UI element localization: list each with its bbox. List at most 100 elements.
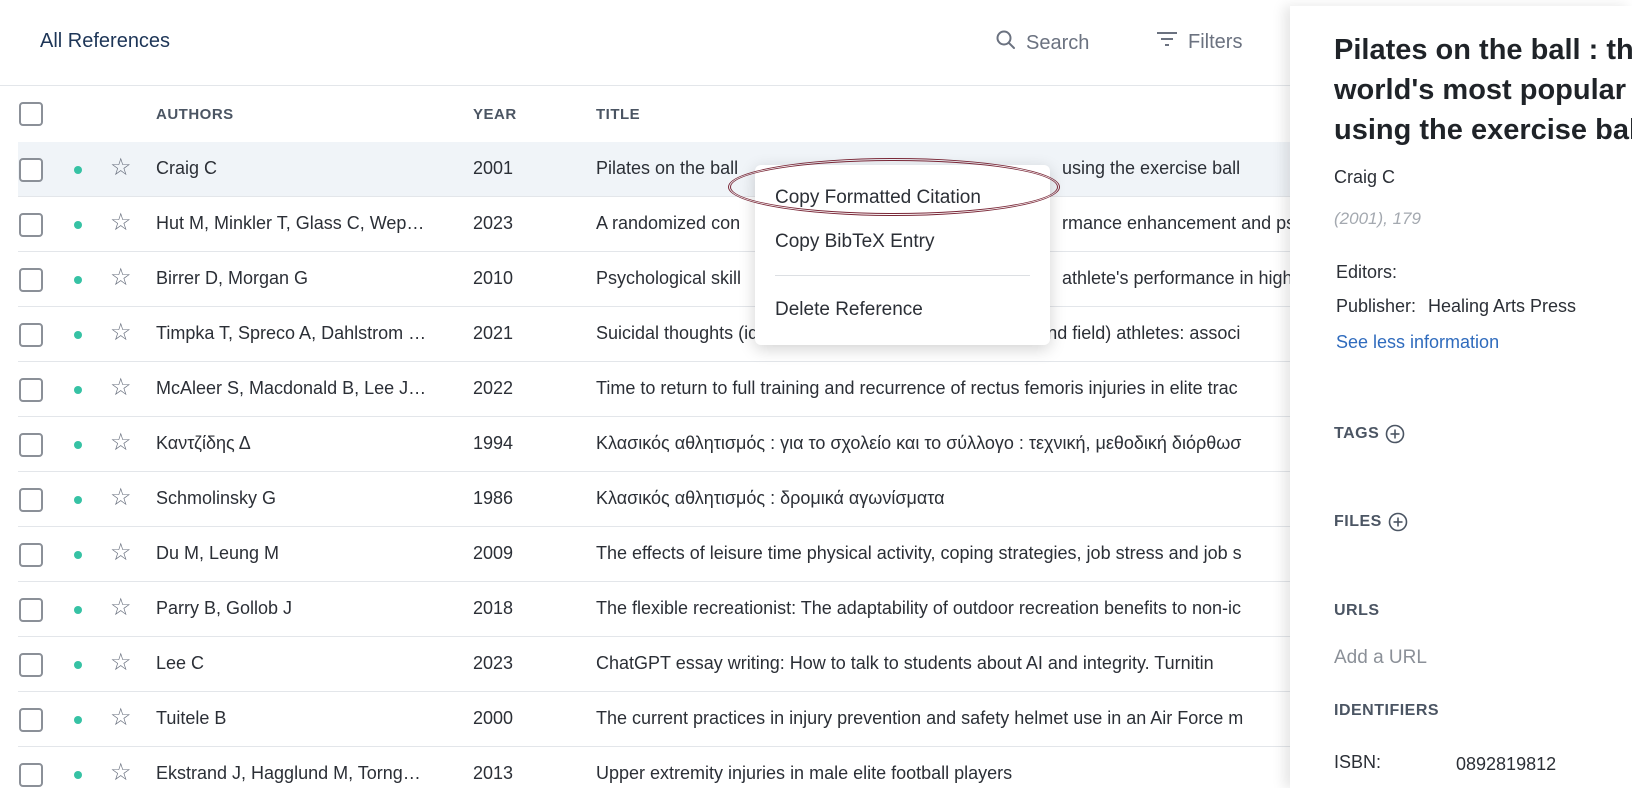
row-authors: Tuitele B <box>156 708 227 728</box>
detail-year-pages: (2001), 179 <box>1334 209 1421 228</box>
table-row[interactable]: ☆ Tuitele B 2000 The current practices i… <box>18 692 1290 747</box>
table-header: AUTHORS YEAR TITLE <box>0 86 1290 142</box>
row-checkbox[interactable] <box>19 598 43 622</box>
status-dot-icon <box>74 661 82 669</box>
select-all-checkbox[interactable] <box>19 102 43 126</box>
menu-item-delete-reference[interactable]: Delete Reference <box>775 299 923 321</box>
table-row[interactable]: ☆ Καντζίδης Δ 1994 Κλασικός αθλητισμός :… <box>18 417 1290 472</box>
row-checkbox[interactable] <box>19 708 43 732</box>
row-title: The effects of leisure time physical act… <box>596 543 1242 563</box>
row-authors: McAleer S, Macdonald B, Lee J… <box>156 378 427 398</box>
status-dot-icon <box>74 441 82 449</box>
files-section-header: FILES <box>1334 512 1408 532</box>
table-row[interactable]: ☆ Du M, Leung M 2009 The effects of leis… <box>18 527 1290 582</box>
star-icon[interactable]: ☆ <box>110 209 132 237</box>
row-year: 2013 <box>473 763 514 783</box>
row-checkbox[interactable] <box>19 213 43 237</box>
status-dot-icon <box>74 606 82 614</box>
add-tag-icon[interactable] <box>1385 424 1405 444</box>
table-row[interactable]: ☆ Parry B, Gollob J 2018 The flexible re… <box>18 582 1290 637</box>
row-title: Psychological skill <box>596 268 742 288</box>
urls-label: URLS <box>1334 602 1380 619</box>
row-checkbox[interactable] <box>19 323 43 347</box>
isbn-value: 0892819812 <box>1456 754 1557 774</box>
table-row[interactable]: ☆ Lee C 2023 ChatGPT essay writing: How … <box>18 637 1290 692</box>
row-authors: Timpka T, Spreco A, Dahlstrom … <box>156 323 427 343</box>
row-authors: Craig C <box>156 158 218 178</box>
table-row[interactable]: ☆ McAleer S, Macdonald B, Lee J… 2022 Ti… <box>18 362 1290 417</box>
row-title: Time to return to full training and recu… <box>596 378 1238 398</box>
row-title-tail: athlete's performance in high <box>1062 268 1290 288</box>
row-year: 2009 <box>473 543 514 563</box>
row-checkbox[interactable] <box>19 433 43 457</box>
add-url-link[interactable]: Add a URL <box>1334 647 1427 669</box>
row-context-menu: Copy Formatted Citation Copy BibTeX Entr… <box>755 165 1050 345</box>
see-less-information-link[interactable]: See less information <box>1336 332 1499 353</box>
status-dot-icon <box>74 221 82 229</box>
star-icon[interactable]: ☆ <box>110 319 132 347</box>
row-checkbox[interactable] <box>19 653 43 677</box>
menu-item-copy-formatted-citation[interactable]: Copy Formatted Citation <box>775 187 981 209</box>
list-toolbar: All References Search Filters <box>0 0 1290 86</box>
status-dot-icon <box>74 716 82 724</box>
row-title: A randomized con <box>596 213 741 233</box>
table-row[interactable]: ☆ Timpka T, Spreco A, Dahlstrom … 2021 S… <box>18 307 1290 362</box>
row-checkbox[interactable] <box>19 158 43 182</box>
menu-item-copy-bibtex[interactable]: Copy BibTeX Entry <box>775 231 934 253</box>
row-checkbox[interactable] <box>19 543 43 567</box>
status-dot-icon <box>74 166 82 174</box>
star-icon[interactable]: ☆ <box>110 154 132 182</box>
star-icon[interactable]: ☆ <box>110 649 132 677</box>
row-checkbox[interactable] <box>19 488 43 512</box>
row-year: 1994 <box>473 433 514 453</box>
identifiers-section-header: IDENTIFIERS <box>1334 702 1439 720</box>
filters-button[interactable]: Filters <box>1156 30 1242 54</box>
row-authors: Καντζίδης Δ <box>156 433 251 453</box>
row-checkbox[interactable] <box>19 268 43 292</box>
star-icon[interactable]: ☆ <box>110 594 132 622</box>
star-icon[interactable]: ☆ <box>110 539 132 567</box>
column-header-title[interactable]: TITLE <box>596 106 640 123</box>
files-label: FILES <box>1334 513 1382 530</box>
status-dot-icon <box>74 496 82 504</box>
star-icon[interactable]: ☆ <box>110 704 132 732</box>
column-header-year[interactable]: YEAR <box>473 106 517 123</box>
row-title: The current practices in injury preventi… <box>596 708 1244 728</box>
star-icon[interactable]: ☆ <box>110 429 132 457</box>
star-icon[interactable]: ☆ <box>110 484 132 512</box>
table-row[interactable]: ☆ Ekstrand J, Hagglund M, Torng… 2013 Up… <box>18 747 1290 788</box>
star-icon[interactable]: ☆ <box>110 264 132 292</box>
detail-authors: Craig C <box>1334 167 1396 187</box>
column-header-authors[interactable]: AUTHORS <box>156 106 234 123</box>
status-dot-icon <box>74 331 82 339</box>
row-authors: Ekstrand J, Hagglund M, Torng… <box>156 763 421 783</box>
detail-title: Pilates on the ball : the world's most p… <box>1334 34 1632 146</box>
search-icon <box>996 30 1026 56</box>
star-icon[interactable]: ☆ <box>110 759 132 787</box>
publisher-value: Healing Arts Press <box>1428 296 1577 316</box>
row-title: Upper extremity injuries in male elite f… <box>596 763 1013 783</box>
row-year: 1986 <box>473 488 514 508</box>
table-row[interactable]: ☆ Hut M, Minkler T, Glass C, Wep… 2023 A… <box>18 197 1290 252</box>
row-authors: Lee C <box>156 653 205 673</box>
row-title: Κλασικός αθλητισμός : για το σχολείο και… <box>596 433 1242 453</box>
search-button[interactable]: Search <box>996 30 1089 56</box>
row-title: The flexible recreationist: The adaptabi… <box>596 598 1242 618</box>
row-year: 2000 <box>473 708 514 728</box>
row-checkbox[interactable] <box>19 378 43 402</box>
table-row[interactable]: ☆ Birrer D, Morgan G 2010 Psychological … <box>18 252 1290 307</box>
row-checkbox[interactable] <box>19 763 43 787</box>
isbn-label: ISBN: <box>1334 752 1382 772</box>
publisher-label: Publisher: <box>1336 296 1417 316</box>
table-row[interactable]: ☆ Schmolinsky G 1986 Κλασικός αθλητισμός… <box>18 472 1290 527</box>
urls-section-header: URLS <box>1334 602 1380 620</box>
filters-label: Filters <box>1188 30 1243 53</box>
row-year: 2022 <box>473 378 514 398</box>
add-file-icon[interactable] <box>1388 512 1408 532</box>
tags-section-header: TAGS <box>1334 424 1405 444</box>
identifiers-label: IDENTIFIERS <box>1334 702 1440 719</box>
table-row[interactable]: ☆ Craig C 2001 Pilates on the ball using… <box>18 142 1290 197</box>
menu-divider <box>775 275 1030 276</box>
collection-title: All References <box>40 30 171 52</box>
star-icon[interactable]: ☆ <box>110 374 132 402</box>
